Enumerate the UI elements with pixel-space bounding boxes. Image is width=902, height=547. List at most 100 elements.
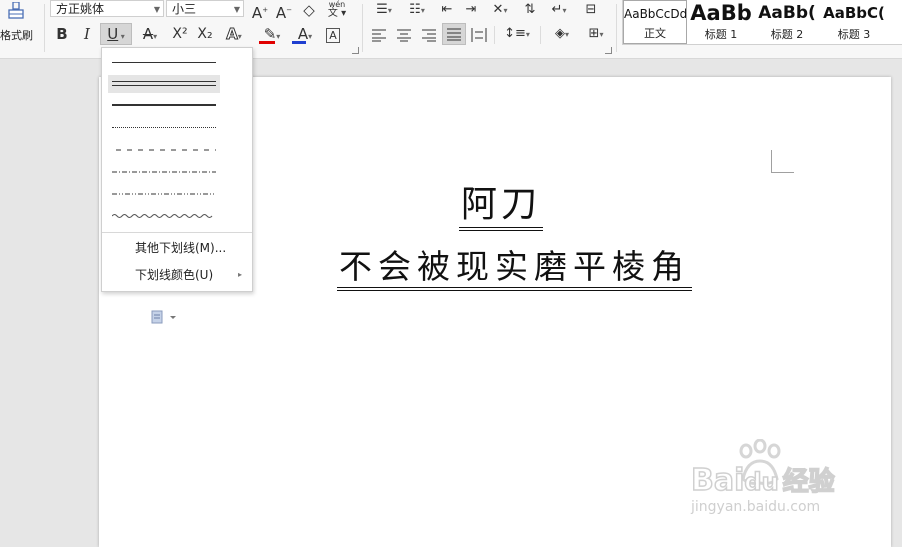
eraser-icon: ◇ xyxy=(303,1,315,19)
document-title[interactable]: 阿刀 xyxy=(459,183,544,231)
numbered-list-icon: ☷ xyxy=(409,2,421,17)
highlight-button[interactable]: ✎▾ xyxy=(256,24,288,44)
font-color-button[interactable]: A▾ xyxy=(290,24,320,44)
phonetic-guide-button[interactable]: wén 文 ▾ xyxy=(324,0,350,19)
align-left-button[interactable] xyxy=(371,27,387,42)
align-right-button[interactable] xyxy=(421,27,437,42)
watermark-url: jingyan.baidu.com xyxy=(691,499,821,515)
line-spacing-button[interactable]: ↕≡▾ xyxy=(503,24,531,44)
style-heading-2[interactable]: AaBb( 标题 2 xyxy=(755,0,819,44)
strikethrough-button[interactable]: A▾ xyxy=(137,24,163,44)
shrink-font-icon: A xyxy=(275,4,287,22)
bold-label: B xyxy=(56,25,68,43)
format-painter-button[interactable]: 格式刷 xyxy=(0,0,44,46)
font-name-select[interactable]: 方正姚体 ▼ xyxy=(50,0,164,17)
margin-corner-marker xyxy=(771,150,794,173)
style-caption: 标题 2 xyxy=(770,28,804,41)
tab-table-button[interactable]: ⊟ xyxy=(580,0,602,18)
chevron-down-icon: ▾ xyxy=(420,6,425,15)
font-name-value: 方正姚体 xyxy=(56,2,105,16)
paragraph-mark-icon: ↵ xyxy=(551,2,563,17)
baidu-watermark: Baidu 经验 jingyan.baidu.com xyxy=(690,439,861,519)
numbered-list-button[interactable]: ☷▾ xyxy=(403,0,431,18)
underline-option-thick[interactable] xyxy=(108,97,220,115)
underline-option-wave[interactable] xyxy=(108,207,220,225)
document-subtitle[interactable]: 不会被现实磨平棱角 xyxy=(337,247,692,291)
subscript-icon: X₂ xyxy=(197,26,213,42)
paste-options-icon[interactable] xyxy=(151,309,177,324)
format-painter-label: 格式刷 xyxy=(0,29,33,42)
styles-gallery: AaBbCcDd 正文 AaBb 标题 1 AaBb( 标题 2 AaBbC( … xyxy=(622,0,902,45)
chevron-down-icon: ▼ xyxy=(233,5,240,14)
watermark-cn: 经验 xyxy=(782,466,836,498)
underline-label: U xyxy=(107,25,119,43)
text-effect-icon: A xyxy=(226,25,239,44)
document-subtitle-text: 不会被现实磨平棱角 xyxy=(339,247,690,286)
style-heading-3[interactable]: AaBbC( 标题 3 xyxy=(821,0,887,44)
style-sample: AaBbC( xyxy=(823,4,885,22)
borders-icon: ⊞ xyxy=(588,26,600,41)
subscript-button[interactable]: X₂ xyxy=(194,24,216,44)
style-sample: AaBb xyxy=(690,1,752,25)
increase-indent-button[interactable]: ⇥ xyxy=(461,0,481,18)
underline-option-single[interactable] xyxy=(108,54,220,72)
grow-font-button[interactable]: A+ xyxy=(250,0,270,22)
grow-font-icon: A xyxy=(251,4,263,22)
style-sample: AaBb( xyxy=(758,3,816,23)
style-sample: AaBbCcDd xyxy=(624,7,686,21)
phonetic-icon: 文 ▾ xyxy=(327,8,347,19)
align-right-icon xyxy=(422,29,436,42)
text-effect-button[interactable]: A▾ xyxy=(221,24,247,44)
chevron-down-icon: ▾ xyxy=(237,32,242,41)
shading-button[interactable]: ◈▾ xyxy=(548,24,576,44)
paint-bucket-icon: ◈ xyxy=(554,26,565,41)
style-heading-1[interactable]: AaBb 标题 1 xyxy=(689,0,753,44)
char-border-button[interactable]: A xyxy=(324,24,342,44)
justify-button[interactable] xyxy=(442,23,466,45)
bullet-list-button[interactable]: ☰▾ xyxy=(370,0,398,18)
align-center-button[interactable] xyxy=(396,27,412,42)
chevron-down-icon: ▾ xyxy=(599,30,604,39)
underline-color-item[interactable]: 下划线颜色(U) ▸ xyxy=(102,265,252,285)
style-caption: 正文 xyxy=(644,27,666,40)
outdent-icon: ⇤ xyxy=(441,2,453,17)
chinese-layout-button[interactable]: ✕▾ xyxy=(487,0,513,18)
highlight-color-bar xyxy=(259,41,275,44)
italic-button[interactable]: I xyxy=(78,24,96,44)
clear-format-button[interactable]: ◇ xyxy=(299,0,319,19)
decrease-indent-button[interactable]: ⇤ xyxy=(437,0,457,18)
superscript-button[interactable]: X² xyxy=(169,24,191,44)
chevron-down-icon: ▾ xyxy=(387,6,392,15)
font-size-select[interactable]: 小三 ▼ xyxy=(166,0,244,17)
paragraph-group-expand-icon[interactable] xyxy=(605,47,612,54)
underline-option-dotted[interactable] xyxy=(108,119,220,137)
menu-divider xyxy=(102,232,252,233)
style-normal[interactable]: AaBbCcDd 正文 xyxy=(623,0,687,44)
font-size-value: 小三 xyxy=(172,2,197,16)
chevron-down-icon: ▾ xyxy=(564,30,569,39)
bold-button[interactable]: B xyxy=(53,24,71,44)
sort-button[interactable]: ⇅ xyxy=(520,0,540,18)
font-group-expand-icon[interactable] xyxy=(352,47,359,54)
chevron-down-icon: ▾ xyxy=(276,32,281,41)
line-spacing-icon: ↕≡ xyxy=(504,26,526,41)
watermark-brand-2: du xyxy=(744,467,780,497)
show-hide-marks-button[interactable]: ↵▾ xyxy=(546,0,572,18)
borders-button[interactable]: ⊞▾ xyxy=(582,24,610,44)
underline-option-dashed[interactable] xyxy=(108,141,220,159)
chevron-down-icon: ▾ xyxy=(153,32,158,41)
align-center-icon xyxy=(397,29,411,42)
other-underline-item[interactable]: 其他下划线(M)... xyxy=(102,238,252,258)
underline-color-label: 下划线颜色(U) xyxy=(135,268,214,282)
chinese-layout-icon: ✕ xyxy=(492,2,504,17)
shrink-font-button[interactable]: A− xyxy=(274,0,294,22)
bullet-list-icon: ☰ xyxy=(376,2,388,17)
style-caption: 标题 1 xyxy=(704,28,738,41)
underline-option-dot-dash[interactable] xyxy=(108,163,220,181)
underline-option-dot-dot-dash[interactable] xyxy=(108,185,220,203)
underline-button[interactable]: U ▾ xyxy=(100,23,132,45)
superscript-icon: X² xyxy=(172,26,188,42)
underline-option-double[interactable] xyxy=(108,75,220,93)
distributed-button[interactable] xyxy=(471,27,487,42)
underline-style-menu: 其他下划线(M)... 下划线颜色(U) ▸ xyxy=(101,47,253,292)
